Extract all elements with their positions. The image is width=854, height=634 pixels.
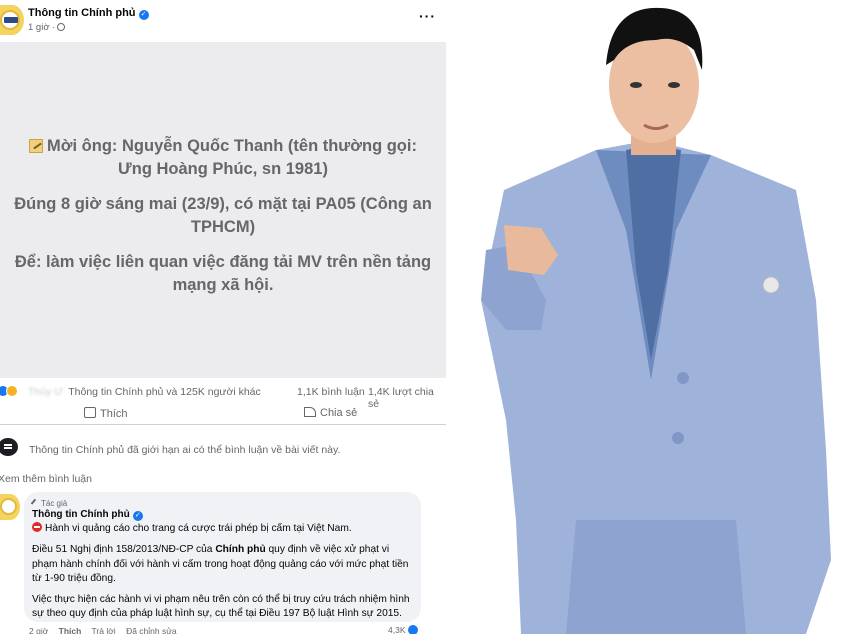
comment-limit-notice: Thông tin Chính phủ đã giới hạn ai có th… [0, 436, 446, 466]
comment-count[interactable]: 1,1K bình luận [297, 386, 365, 398]
verified-icon: ✓ [138, 10, 149, 20]
post-time[interactable]: 1 giờ · [28, 22, 55, 33]
see-more-comments-link[interactable]: Xem thêm bình luận [0, 473, 92, 485]
no-entry-icon [32, 522, 42, 532]
comment-author[interactable]: Thông tin Chính phủ ✓ [32, 508, 413, 522]
post-text-line-1: Mời ông: Nguyễn Quốc Thanh (tên thường g… [0, 135, 446, 181]
post-actions: Thích Chia sẻ [0, 403, 446, 425]
post-header: Thông tin Chính phủ ✓ 1 giờ · ··· [0, 0, 446, 42]
comment-reaction-count[interactable]: 4,3K [388, 625, 418, 634]
globe-icon [57, 23, 66, 31]
comment-bubble: Tác giả Thông tin Chính phủ ✓ Hành vi quả… [24, 492, 421, 622]
share-arrow-icon [304, 407, 316, 417]
thumbs-up-icon [84, 407, 96, 418]
memo-icon [29, 139, 44, 153]
author-badge: Tác giả [30, 497, 413, 508]
reactions-summary: Thủy Ư Thông tin Chính phủ và 125K người … [0, 382, 446, 410]
comment-time[interactable]: 2 giờ [29, 626, 48, 634]
page-name[interactable]: Thông tin Chính phủ ✓ [28, 7, 149, 20]
post-text: Mời ông: Nguyễn Quốc Thanh (tên thường g… [0, 135, 446, 309]
comment-like-button[interactable]: Thích [59, 626, 82, 634]
pen-icon [30, 498, 40, 508]
reaction-icons[interactable] [0, 385, 18, 400]
blurred-name: Thủy Ư [28, 386, 64, 398]
comment-paragraph-2: Điều 51 Nghị định 158/2013/NĐ-CP của Chí… [32, 544, 409, 584]
comment-edited-label: Đã chỉnh sửa [126, 626, 177, 634]
like-reaction-icon [407, 625, 418, 634]
post-meta: 1 giờ · [28, 22, 66, 33]
comment-author-avatar[interactable] [0, 494, 20, 520]
like-button[interactable]: Thích [84, 407, 128, 420]
comment-reply-button[interactable]: Trả lời [92, 626, 116, 634]
more-options-icon[interactable]: ··· [419, 8, 436, 24]
comment-bubble-icon [0, 438, 18, 456]
verified-icon: ✓ [132, 511, 143, 521]
share-button[interactable]: Chia sẻ [304, 407, 357, 419]
comment-actions: 2 giờ Thích Trả lời Đã chỉnh sửa [29, 626, 185, 634]
haha-reaction-icon [6, 385, 18, 397]
portrait-photo [446, 0, 854, 634]
post-text-line-2: Đúng 8 giờ sáng mai (23/9), có mặt tại P… [14, 195, 432, 236]
post-text-background: Mời ông: Nguyễn Quốc Thanh (tên thường g… [0, 42, 446, 378]
comment-line-1: Hành vi quảng cáo cho trang cá cược trái… [32, 522, 413, 537]
post-text-line-3: Để: làm việc liên quan việc đăng tải MV … [14, 253, 432, 294]
facebook-post-panel: Thông tin Chính phủ ✓ 1 giờ · ··· Mời ông… [0, 0, 446, 634]
comment-paragraph-3: Việc thực hiện các hành vi vi phạm nêu t… [32, 593, 410, 620]
portrait-photo-panel [446, 0, 854, 634]
page-avatar[interactable] [0, 5, 24, 35]
reaction-names[interactable]: Thủy Ư Thông tin Chính phủ và 125K người … [28, 386, 261, 398]
